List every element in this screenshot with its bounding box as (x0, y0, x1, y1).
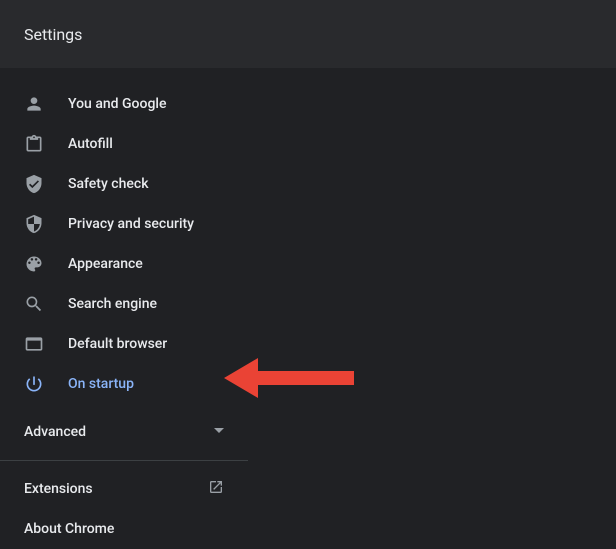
sidebar-divider (0, 460, 248, 461)
security-icon (24, 214, 44, 234)
sidebar-item-label: Search engine (68, 296, 157, 312)
appearance-icon (24, 254, 44, 274)
sidebar-item-extensions[interactable]: Extensions (0, 469, 248, 509)
sidebar-item-autofill[interactable]: Autofill (0, 124, 248, 164)
autofill-icon (24, 134, 44, 154)
sidebar-item-label: You and Google (68, 96, 166, 112)
about-label: About Chrome (24, 521, 114, 537)
person-icon (24, 94, 44, 114)
sidebar-item-label: Appearance (68, 256, 143, 272)
sidebar-item-label: Default browser (68, 336, 167, 352)
sidebar-item-privacy-security[interactable]: Privacy and security (0, 204, 248, 244)
sidebar-item-appearance[interactable]: Appearance (0, 244, 248, 284)
advanced-label: Advanced (24, 424, 86, 440)
sidebar-item-label: Privacy and security (68, 216, 194, 232)
page-title: Settings (24, 25, 82, 44)
sidebar-advanced-toggle[interactable]: Advanced (0, 412, 248, 452)
safety-check-icon (24, 174, 44, 194)
sidebar-item-default-browser[interactable]: Default browser (0, 324, 248, 364)
default-browser-icon (24, 334, 44, 354)
sidebar-item-on-startup[interactable]: On startup (0, 364, 248, 404)
sidebar-item-search-engine[interactable]: Search engine (0, 284, 248, 324)
sidebar-item-label: Safety check (68, 176, 149, 192)
nav-list: You and Google Autofill Safety check Pri… (0, 72, 248, 404)
external-link-icon (208, 479, 224, 499)
sidebar-item-safety-check[interactable]: Safety check (0, 164, 248, 204)
sidebar-item-label: Autofill (68, 136, 113, 152)
sidebar-item-you-and-google[interactable]: You and Google (0, 84, 248, 124)
extensions-label: Extensions (24, 481, 93, 497)
search-icon (24, 294, 44, 314)
sidebar-item-label: On startup (68, 376, 134, 392)
chevron-down-icon (214, 424, 224, 440)
sidebar-item-about-chrome[interactable]: About Chrome (0, 509, 248, 549)
settings-header: Settings (0, 0, 616, 68)
settings-body: You and Google Autofill Safety check Pri… (0, 68, 616, 549)
settings-sidebar: You and Google Autofill Safety check Pri… (0, 72, 248, 549)
power-icon (24, 374, 44, 394)
